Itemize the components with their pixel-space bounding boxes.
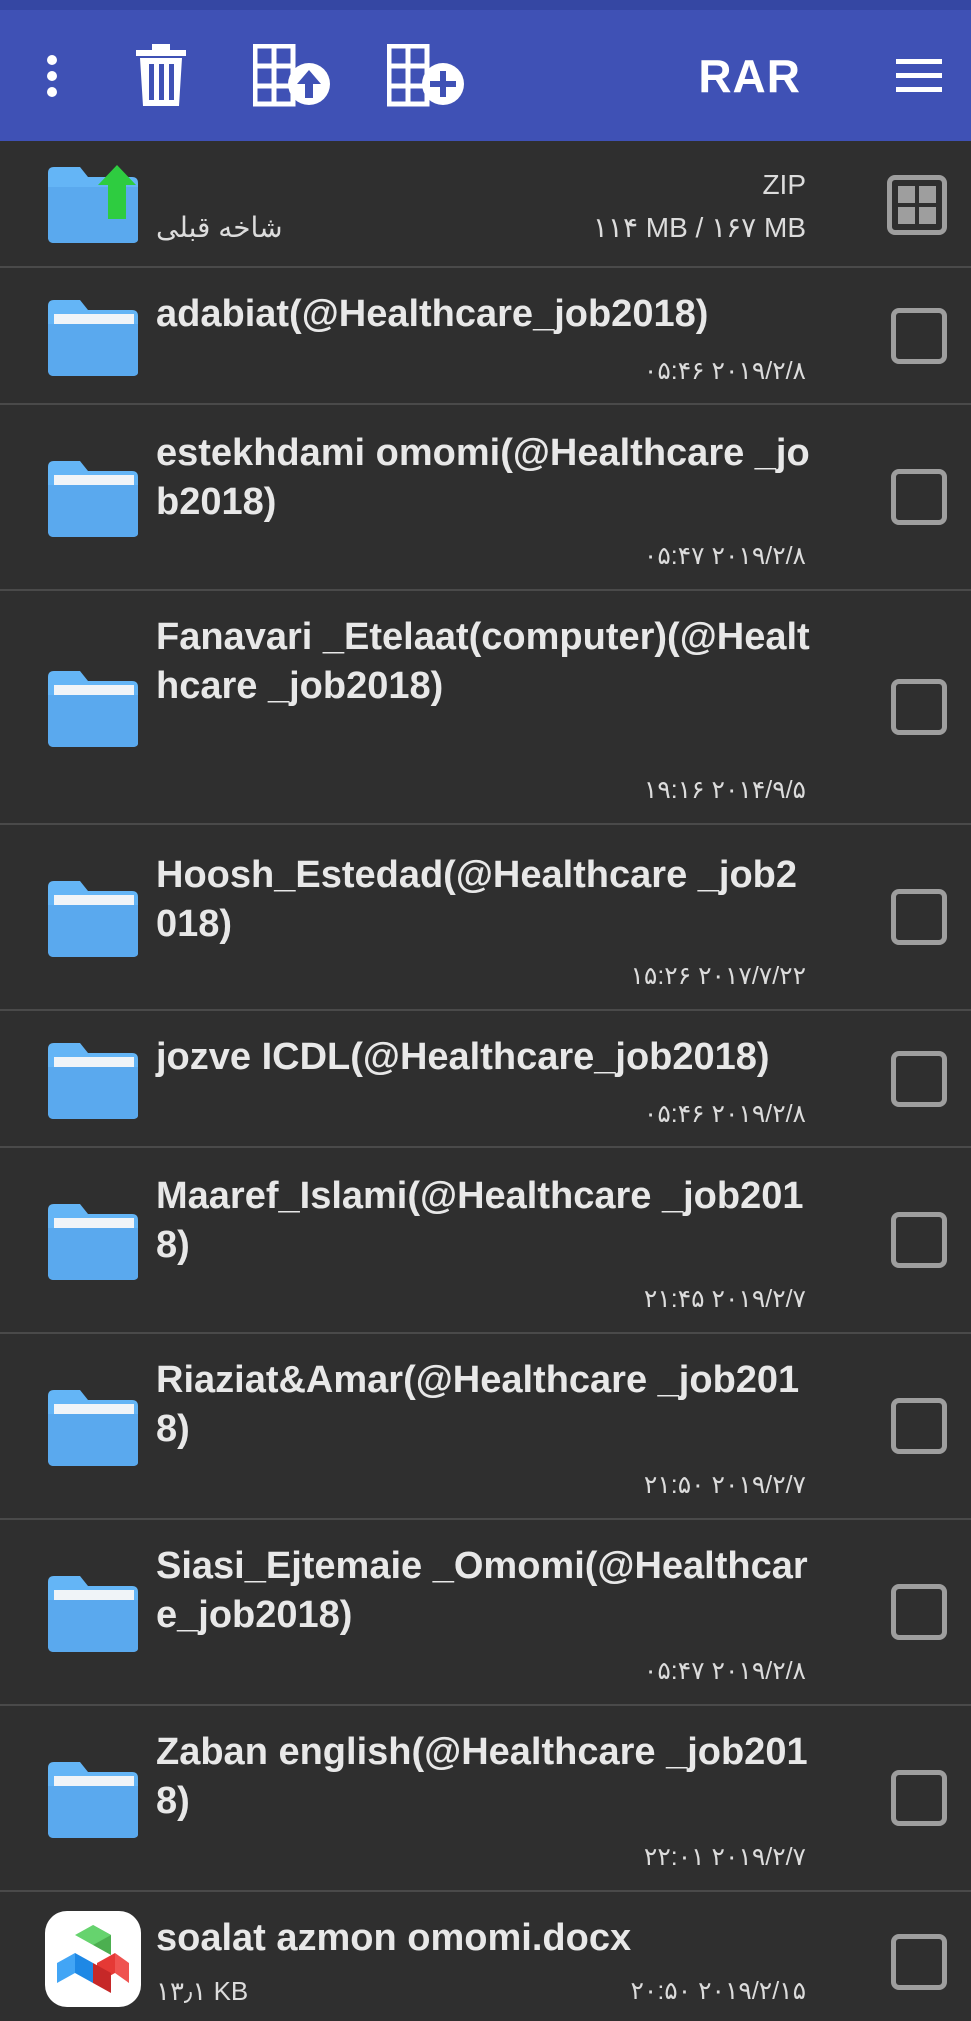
list-item[interactable]: soalat azmon omomi.docx ۱۳٫۱ KB ۲۰۱۹/۲/۱…	[0, 1892, 971, 2021]
parent-folder-row[interactable]: شاخه قبلی ZIP ۱۱۴ MB / ۱۶۷ MB	[0, 141, 971, 268]
folder-icon	[48, 1576, 138, 1652]
file-name: adabiat(@Healthcare_job2018)	[156, 293, 709, 335]
folder-icon	[48, 300, 138, 376]
list-item[interactable]: Zaban english(@Healthcare _job2018) ۲۰۱۹…	[0, 1706, 971, 1892]
file-name: Fanavari _Etelaat(computer)(@Healthcare …	[156, 616, 810, 707]
menu-button[interactable]	[889, 10, 949, 141]
list-item[interactable]: Fanavari _Etelaat(computer)(@Healthcare …	[0, 591, 971, 825]
list-item[interactable]: Siasi_Ejtemaie _Omomi(@Healthcare_job201…	[0, 1520, 971, 1706]
app-title: RAR	[698, 49, 801, 102]
folder-up-icon	[44, 159, 142, 249]
folder-icon	[48, 1762, 138, 1838]
file-name: Hoosh_Estedad(@Healthcare _job2018)	[156, 854, 798, 945]
file-name: Riaziat&Amar(@Healthcare _job2018)	[156, 1359, 800, 1450]
list-item[interactable]: estekhdami omomi(@Healthcare _job2018) ۲…	[0, 405, 971, 591]
file-list: شاخه قبلی ZIP ۱۱۴ MB / ۱۶۷ MB adabiat(@H…	[0, 141, 971, 2021]
file-date: ۲۰۱۹/۲/۱۵ ۲۰:۵۰	[630, 1977, 806, 2005]
extract-icon	[253, 43, 330, 106]
folder-icon	[48, 1043, 138, 1119]
file-checkbox[interactable]	[891, 1212, 947, 1268]
list-item[interactable]: Maaref_Islami(@Healthcare _job2018) ۲۰۱۹…	[0, 1148, 971, 1334]
file-date: ۲۰۱۹/۲/۸ ۰۵:۴۶	[643, 357, 806, 385]
file-date: ۲۰۱۹/۲/۷ ۲۱:۵۰	[643, 1471, 806, 1499]
grid-cell	[919, 207, 936, 224]
file-date: ۲۰۱۹/۲/۷ ۲۲:۰۱	[643, 1843, 806, 1871]
file-checkbox[interactable]	[891, 1770, 947, 1826]
grid-cell	[898, 207, 915, 224]
file-checkbox[interactable]	[891, 1584, 947, 1640]
delete-button[interactable]	[128, 10, 194, 141]
file-name: Maaref_Islami(@Healthcare _job2018)	[156, 1175, 804, 1266]
file-name: Siasi_Ejtemaie _Omomi(@Healthcare_job201…	[156, 1545, 808, 1636]
file-date: ۲۰۱۷/۷/۲۲ ۱۵:۲۶	[630, 962, 806, 990]
select-all-button[interactable]	[887, 175, 947, 235]
file-checkbox[interactable]	[891, 1398, 947, 1454]
file-checkbox[interactable]	[891, 1051, 947, 1107]
file-checkbox[interactable]	[891, 469, 947, 525]
list-item[interactable]: Hoosh_Estedad(@Healthcare _job2018) ۲۰۱۷…	[0, 825, 971, 1011]
more-options-button[interactable]	[22, 10, 82, 141]
folder-icon	[48, 1390, 138, 1466]
file-date: ۲۰۱۹/۲/۸ ۰۵:۴۷	[643, 542, 806, 570]
file-checkbox[interactable]	[891, 308, 947, 364]
file-checkbox[interactable]	[891, 889, 947, 945]
file-name: Zaban english(@Healthcare _job2018)	[156, 1731, 808, 1822]
archive-type: ZIP	[762, 169, 806, 200]
extract-button[interactable]	[250, 10, 336, 141]
list-item[interactable]: adabiat(@Healthcare_job2018) ۲۰۱۹/۲/۸ ۰۵…	[0, 268, 971, 405]
toolbar: RAR	[0, 10, 971, 141]
folder-icon	[48, 1204, 138, 1280]
file-checkbox[interactable]	[891, 1934, 947, 1990]
file-date: ۲۰۱۴/۹/۵ ۱۹:۱۶	[643, 776, 806, 804]
folder-icon	[48, 881, 138, 957]
trash-icon	[136, 43, 186, 106]
grid-cell	[919, 186, 936, 203]
add-to-archive-button[interactable]	[384, 10, 470, 141]
file-size: ۱۳٫۱ KB	[156, 1976, 249, 2006]
add-archive-icon	[387, 43, 464, 106]
file-date: ۲۰۱۹/۲/۸ ۰۵:۴۷	[643, 1657, 806, 1685]
docx-file-icon	[45, 1911, 141, 2007]
file-checkbox[interactable]	[891, 679, 947, 735]
status-bar	[0, 0, 971, 10]
more-vert-icon	[47, 54, 57, 97]
list-item[interactable]: Riaziat&Amar(@Healthcare _job2018) ۲۰۱۹/…	[0, 1334, 971, 1520]
file-name: estekhdami omomi(@Healthcare _job2018)	[156, 432, 810, 523]
file-date: ۲۰۱۹/۲/۸ ۰۵:۴۶	[643, 1100, 806, 1128]
file-name: soalat azmon omomi.docx	[156, 1917, 632, 1959]
grid-icon	[898, 186, 915, 203]
parent-folder-label: شاخه قبلی	[156, 212, 283, 243]
hamburger-menu-icon	[896, 58, 942, 92]
file-date: ۲۰۱۹/۲/۷ ۲۱:۴۵	[643, 1285, 806, 1313]
folder-icon	[48, 461, 138, 537]
file-name: jozve ICDL(@Healthcare_job2018)	[156, 1036, 770, 1078]
list-item[interactable]: jozve ICDL(@Healthcare_job2018) ۲۰۱۹/۲/۸…	[0, 1011, 971, 1148]
archive-size: ۱۱۴ MB / ۱۶۷ MB	[592, 212, 806, 243]
folder-icon	[48, 671, 138, 747]
